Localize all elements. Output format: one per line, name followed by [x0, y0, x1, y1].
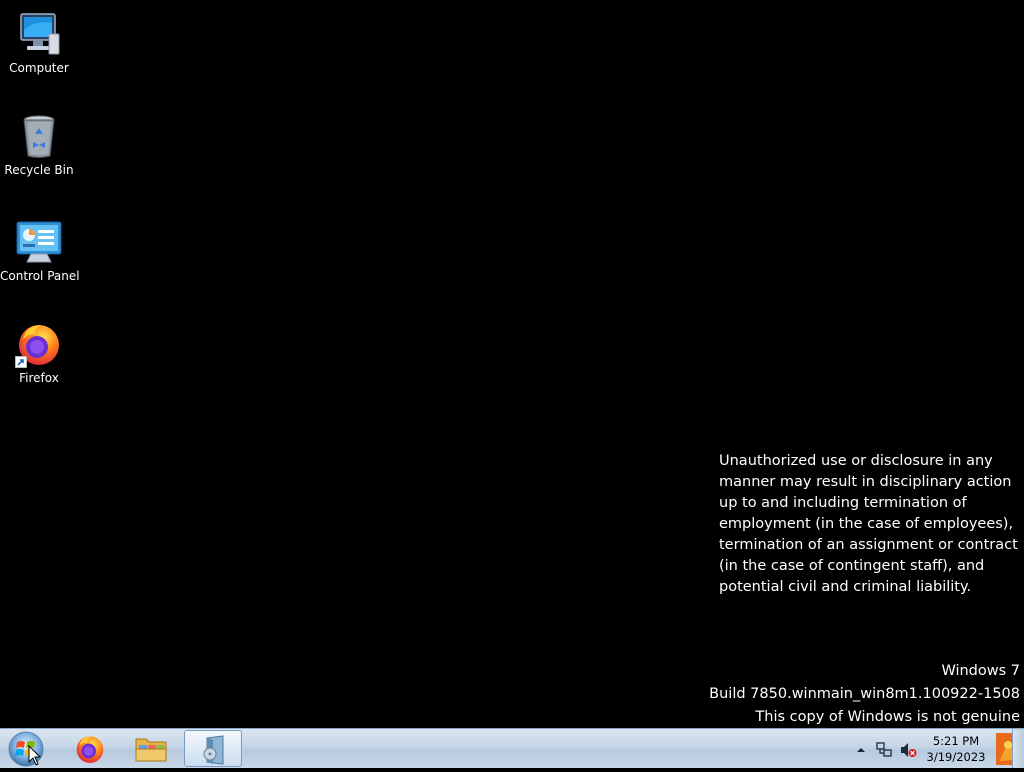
desktop-icon-label: Computer: [9, 61, 69, 75]
desktop-icon-label: Recycle Bin: [4, 163, 74, 177]
control-panel-icon: [15, 218, 63, 266]
firefox-icon: [15, 320, 63, 368]
media-player-icon: [203, 735, 224, 765]
desktop-icon-label: Firefox: [19, 371, 59, 385]
volume-muted-icon[interactable]: [899, 741, 917, 759]
desktop-icon-control-panel[interactable]: Control Panel: [0, 218, 80, 283]
show-hidden-icons-arrow[interactable]: [856, 745, 866, 755]
windows-watermark: Windows 7 Build 7850.winmain_win8m1.1009…: [709, 660, 1020, 729]
watermark-genuine: This copy of Windows is not genuine: [755, 709, 1020, 725]
desktop[interactable]: Computer Recycle Bin Control Panel Firef…: [0, 0, 1024, 728]
taskbar-explorer-button[interactable]: [122, 730, 180, 767]
taskbar-media-player-button[interactable]: [184, 730, 242, 767]
desktop-icon-firefox[interactable]: Firefox: [0, 320, 78, 385]
mouse-cursor-icon: [28, 745, 42, 766]
system-tray: 5:21 PM 3/19/2023: [824, 729, 1024, 769]
taskbar: 5:21 PM 3/19/2023: [0, 728, 1024, 768]
desktop-icon-computer[interactable]: Computer: [0, 10, 78, 75]
shortcut-arrow-icon: [15, 356, 27, 368]
recycle-bin-icon: [15, 112, 63, 160]
desktop-icon-label: Control Panel: [0, 269, 80, 283]
clock-date: 3/19/2023: [926, 750, 986, 764]
desktop-icon-recycle-bin[interactable]: Recycle Bin: [0, 112, 78, 177]
watermark-build: Build 7850.winmain_win8m1.100922-1508: [709, 686, 1020, 702]
legal-notice-text: Unauthorized use or disclosure in any ma…: [719, 453, 1018, 595]
firefox-icon: [76, 736, 104, 763]
file-explorer-icon: [135, 738, 167, 762]
show-desktop-button[interactable]: [1012, 729, 1024, 768]
watermark-os: Windows 7: [941, 663, 1020, 679]
clock-time: 5:21 PM: [932, 734, 980, 748]
computer-icon: [15, 10, 63, 58]
network-icon[interactable]: [875, 741, 893, 759]
clock[interactable]: 5:21 PM 3/19/2023: [920, 733, 992, 765]
taskbar-firefox-button[interactable]: [62, 730, 120, 767]
